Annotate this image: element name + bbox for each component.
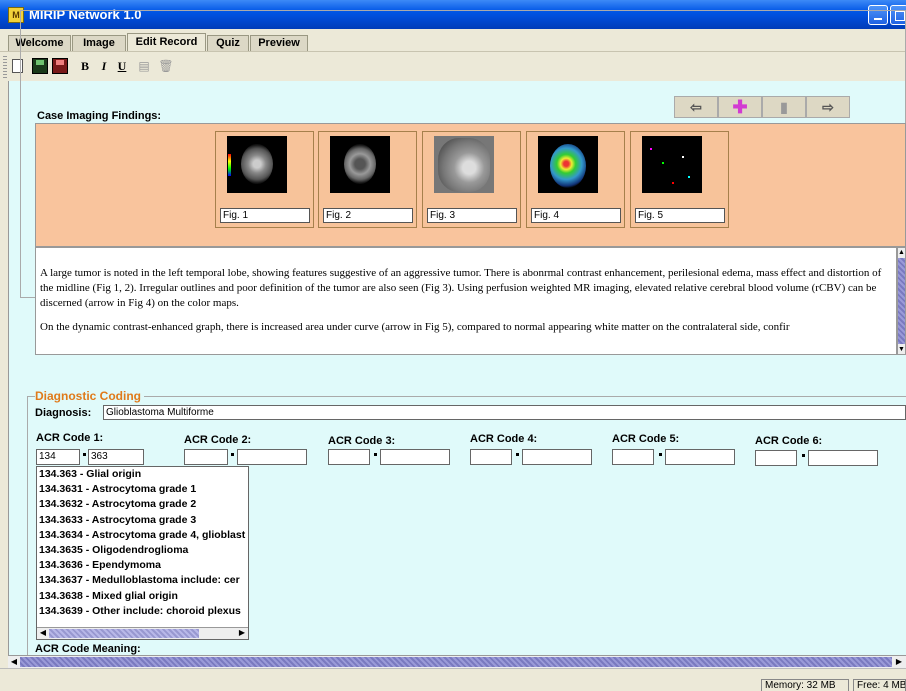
acr-code-1-label: ACR Code 1: [36, 432, 104, 444]
list-item[interactable]: 134.3631 - Astrocytoma grade 1 [37, 482, 248, 497]
add-icon: ✚ [732, 97, 748, 117]
acr-code-suggestion-list[interactable]: 134.363 - Glial origin 134.3631 - Astroc… [36, 466, 249, 640]
figure-card[interactable]: Fig. 4 [526, 131, 625, 228]
scroll-down-icon[interactable]: ▼ [898, 345, 905, 354]
figure-card[interactable]: Fig. 3 [422, 131, 521, 228]
acr-code-separator [659, 453, 662, 456]
acr-code-3-label: ACR Code 3: [328, 435, 396, 447]
acr-code-separator [374, 453, 377, 456]
acr-code-separator [231, 453, 234, 456]
acr-code-1-major-input[interactable]: 134 [36, 449, 80, 465]
trash-icon: ▮ [780, 99, 788, 115]
acr-code-6-major-input[interactable] [755, 450, 797, 466]
list-item[interactable]: 134.3637 - Medulloblastoma include: cer [37, 573, 248, 588]
acr-code-2-label: ACR Code 2: [184, 434, 252, 446]
figure-card[interactable]: Fig. 2 [318, 131, 417, 228]
list-item[interactable]: 134.3639 - Other include: choroid plexus [37, 604, 248, 619]
figure-thumbnail[interactable] [642, 136, 702, 193]
figure-caption-input[interactable]: Fig. 2 [323, 208, 413, 223]
memory-status: Memory: 32 MB [761, 679, 849, 691]
findings-description-textarea[interactable]: A large tumor is noted in the left tempo… [35, 247, 897, 355]
acr-code-4-major-input[interactable] [470, 449, 512, 465]
toolbar-grip[interactable] [3, 56, 7, 78]
list-item[interactable]: 134.3633 - Astrocytoma grade 3 [37, 513, 248, 528]
main-horizontal-scrollbar[interactable]: ◀ ▶ [8, 655, 906, 668]
list-item[interactable]: 134.3635 - Oligodendroglioma [37, 543, 248, 558]
suggestion-horizontal-scrollbar[interactable]: ◀ ▶ [37, 627, 248, 639]
figure-caption-input[interactable]: Fig. 5 [635, 208, 725, 223]
acr-code-6-minor-input[interactable] [808, 450, 878, 466]
acr-code-5-major-input[interactable] [612, 449, 654, 465]
diagnosis-label: Diagnosis: [35, 407, 92, 419]
scrollbar-thumb[interactable] [49, 629, 199, 638]
acr-code-2-minor-input[interactable] [237, 449, 307, 465]
acr-code-1-minor-input[interactable]: 363 [88, 449, 144, 465]
figure-thumbnail[interactable] [227, 136, 287, 193]
list-item[interactable]: 134.3636 - Ependymoma [37, 558, 248, 573]
acr-code-3-minor-input[interactable] [380, 449, 450, 465]
list-item[interactable]: 134.3632 - Astrocytoma grade 2 [37, 497, 248, 512]
scroll-left-icon[interactable]: ◀ [38, 628, 48, 638]
figure-thumbnail[interactable] [538, 136, 598, 193]
scrollbar-thumb[interactable] [20, 657, 892, 667]
arrow-left-icon: ⇦ [690, 99, 702, 115]
findings-label: Case Imaging Findings: [37, 110, 162, 122]
description-vertical-scrollbar[interactable]: ▲ ▼ [897, 247, 906, 355]
figure-caption-input[interactable]: Fig. 4 [531, 208, 621, 223]
acr-code-separator [83, 453, 86, 456]
delete-figure-button[interactable]: ▮ [762, 96, 806, 118]
figure-thumbnail[interactable] [434, 136, 494, 193]
scroll-right-icon[interactable]: ▶ [894, 657, 904, 667]
acr-code-separator [516, 453, 519, 456]
scroll-left-icon[interactable]: ◀ [9, 657, 19, 667]
list-item[interactable]: 134.3638 - Mixed glial origin [37, 589, 248, 604]
diagnosis-input[interactable]: Glioblastoma Multiforme [103, 405, 906, 420]
figure-card[interactable]: Fig. 1 [215, 131, 314, 228]
figure-card[interactable]: Fig. 5 [630, 131, 729, 228]
diagnostic-coding-legend: Diagnostic Coding [35, 389, 144, 403]
figure-caption-input[interactable]: Fig. 1 [220, 208, 310, 223]
description-paragraph: A large tumor is noted in the left tempo… [40, 267, 882, 309]
acr-code-2-major-input[interactable] [184, 449, 228, 465]
previous-figure-button[interactable]: ⇦ [674, 96, 718, 118]
status-bar: Memory: 32 MB Free: 4 MB [0, 668, 906, 691]
list-item[interactable]: 134.363 - Glial origin [37, 467, 248, 482]
arrow-right-icon: ⇨ [822, 99, 834, 115]
acr-code-5-label: ACR Code 5: [612, 433, 680, 445]
acr-code-6-label: ACR Code 6: [755, 435, 823, 447]
free-memory-status: Free: 4 MB [853, 679, 906, 691]
description-paragraph: On the dynamic contrast-enhanced graph, … [40, 321, 790, 333]
list-item[interactable]: 134.3634 - Astrocytoma grade 4, glioblas… [37, 528, 248, 543]
scroll-up-icon[interactable]: ▲ [898, 248, 905, 257]
acr-code-4-label: ACR Code 4: [470, 433, 538, 445]
acr-code-4-minor-input[interactable] [522, 449, 592, 465]
acr-code-meaning-label: ACR Code Meaning: [35, 643, 141, 655]
figure-caption-input[interactable]: Fig. 3 [427, 208, 517, 223]
add-figure-button[interactable]: ✚ [718, 96, 762, 118]
acr-code-5-minor-input[interactable] [665, 449, 735, 465]
figure-thumbnail[interactable] [330, 136, 390, 193]
scrollbar-thumb[interactable] [898, 258, 905, 344]
acr-code-separator [802, 454, 805, 457]
next-figure-button[interactable]: ⇨ [806, 96, 850, 118]
acr-code-3-major-input[interactable] [328, 449, 370, 465]
scroll-right-icon[interactable]: ▶ [237, 628, 247, 638]
